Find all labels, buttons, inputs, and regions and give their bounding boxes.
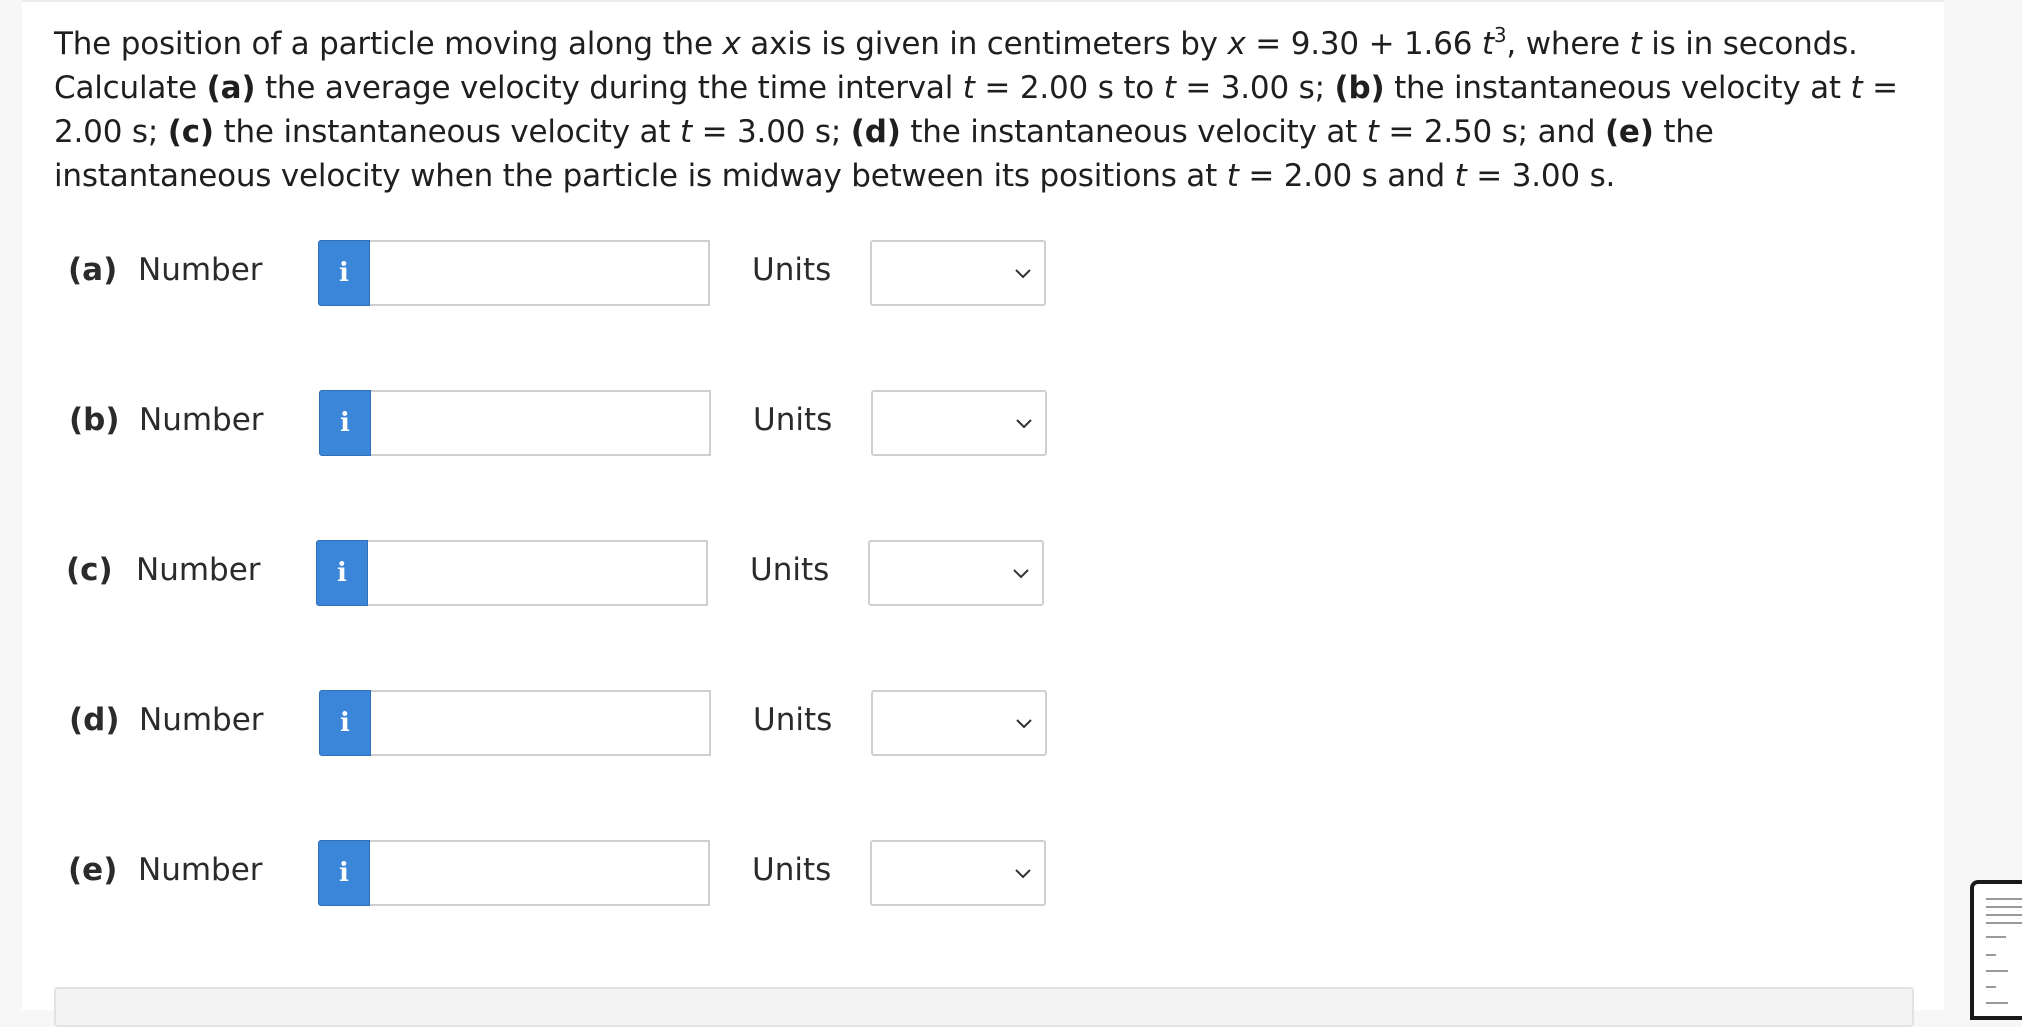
chevron-down-icon — [1016, 419, 1032, 429]
part-label: (b) — [69, 402, 120, 438]
info-icon[interactable]: i — [316, 540, 368, 606]
part-label: (a) — [68, 252, 118, 288]
chevron-down-icon — [1015, 269, 1031, 279]
number-label: Number — [139, 702, 264, 738]
number-input-a[interactable] — [370, 240, 710, 306]
number-label: Number — [136, 552, 261, 588]
chevron-down-icon — [1013, 569, 1029, 579]
number-input-c[interactable] — [368, 540, 708, 606]
units-select-e[interactable] — [870, 840, 1046, 906]
units-label: Units — [753, 402, 833, 438]
part-label: (e) — [68, 852, 118, 888]
number-label: Number — [138, 852, 263, 888]
number-input-e[interactable] — [370, 840, 710, 906]
info-icon[interactable]: i — [318, 840, 370, 906]
chevron-down-icon — [1016, 719, 1032, 729]
units-label: Units — [753, 702, 833, 738]
number-label: Number — [138, 252, 263, 288]
info-icon[interactable]: i — [319, 390, 371, 456]
question-page: The position of a particle moving along … — [22, 0, 1944, 1027]
number-input-d[interactable] — [371, 690, 711, 756]
bottom-panel — [54, 987, 1914, 1027]
info-icon[interactable]: i — [319, 690, 371, 756]
units-label: Units — [752, 852, 832, 888]
preview-thumbnail[interactable] — [1970, 880, 2022, 1020]
answer-row-b: (b) Number i Units — [69, 390, 1069, 456]
info-icon[interactable]: i — [318, 240, 370, 306]
units-select-d[interactable] — [871, 690, 1047, 756]
part-label: (c) — [66, 552, 113, 588]
answer-row-e: (e) Number i Units — [68, 840, 1068, 906]
answer-row-d: (d) Number i Units — [69, 690, 1069, 756]
answer-row-c: (c) Number i Units — [66, 540, 1066, 606]
chevron-down-icon — [1015, 869, 1031, 879]
units-label: Units — [750, 552, 830, 588]
units-label: Units — [752, 252, 832, 288]
number-label: Number — [139, 402, 264, 438]
number-input-b[interactable] — [371, 390, 711, 456]
units-select-a[interactable] — [870, 240, 1046, 306]
units-select-b[interactable] — [871, 390, 1047, 456]
answer-row-a: (a) Number i Units — [68, 240, 1068, 306]
part-label: (d) — [69, 702, 120, 738]
units-select-c[interactable] — [868, 540, 1044, 606]
question-text: The position of a particle moving along … — [54, 23, 1898, 194]
